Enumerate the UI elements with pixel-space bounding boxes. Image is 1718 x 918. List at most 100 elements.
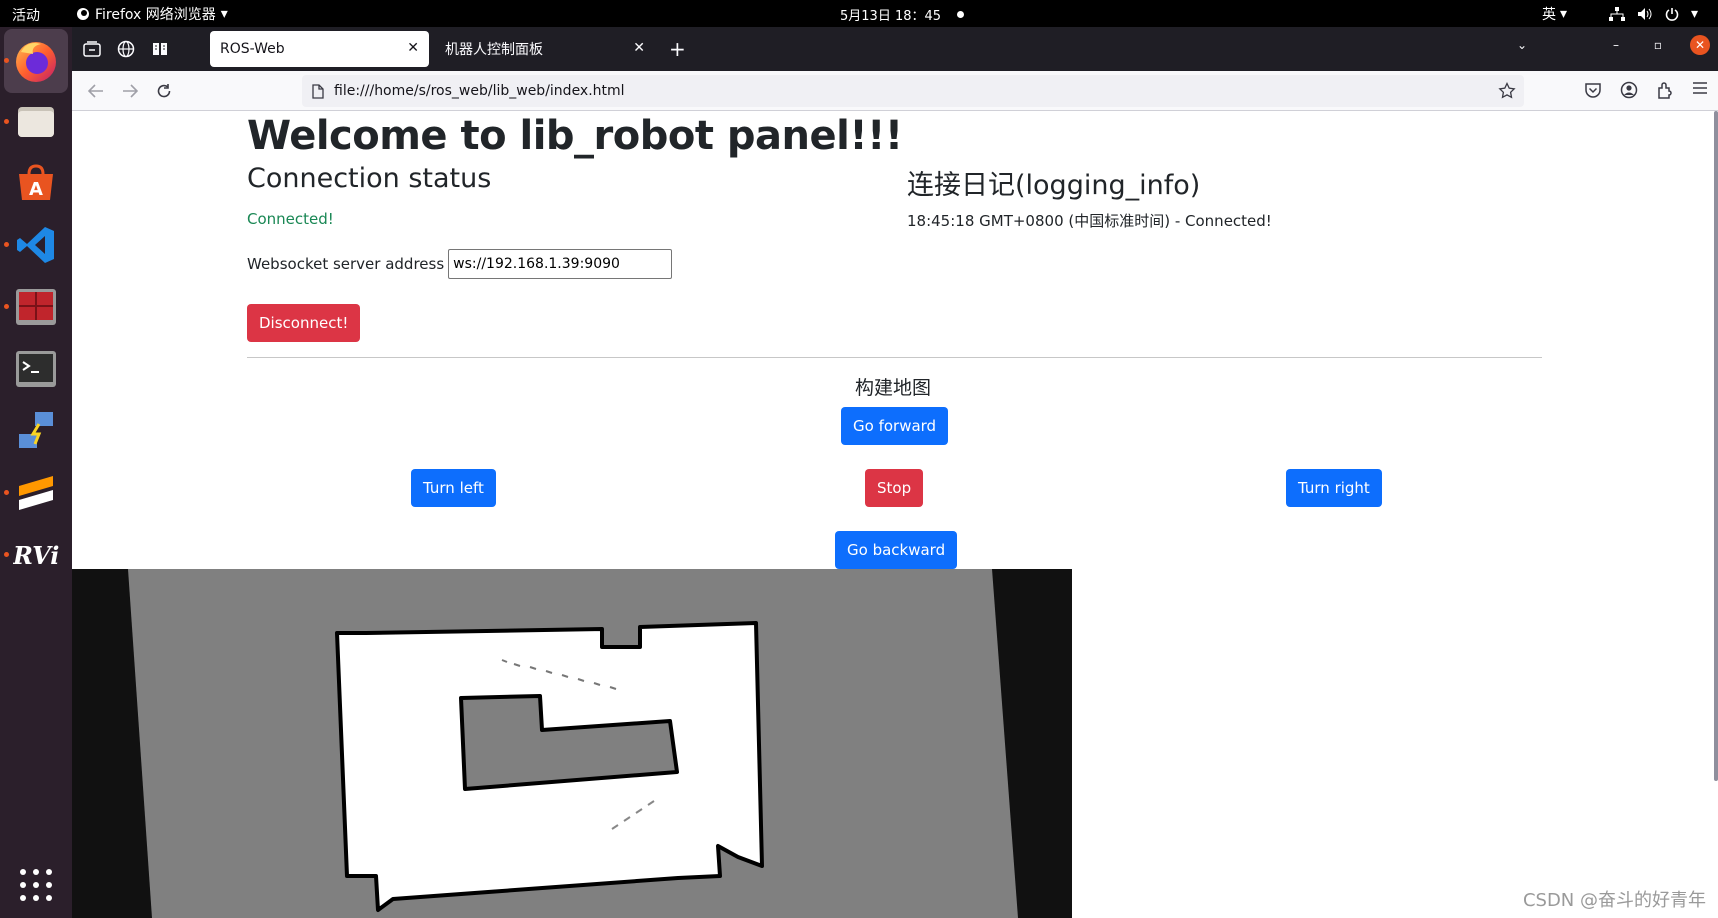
tab-robot-control-panel[interactable]: 机器人控制面板 ✕ xyxy=(435,31,655,67)
tab-ros-web[interactable]: ROS-Web ✕ xyxy=(210,31,429,67)
firefox-icon xyxy=(16,42,56,82)
websocket-address-label: Websocket server address xyxy=(247,255,445,273)
show-applications-button[interactable] xyxy=(20,869,52,901)
firefox-view-button[interactable] xyxy=(82,39,102,59)
chevron-down-icon: ▾ xyxy=(220,6,228,22)
page-scrollbar[interactable] xyxy=(1714,111,1718,781)
map-building-heading: 构建地图 xyxy=(855,377,932,399)
forward-button[interactable] xyxy=(120,81,140,101)
running-indicator xyxy=(4,58,9,63)
network-tool-icon xyxy=(19,412,53,448)
files-icon xyxy=(18,107,54,137)
occupancy-grid-map xyxy=(72,569,1072,918)
chevron-down-icon: ▾ xyxy=(1559,6,1567,22)
toolbar-right xyxy=(1584,81,1708,99)
book-icon xyxy=(153,43,167,55)
stop-button[interactable]: Stop xyxy=(865,469,924,507)
dock-sublime[interactable] xyxy=(12,469,60,517)
running-indicator xyxy=(4,119,9,124)
turn-right-button[interactable]: Turn right xyxy=(1286,469,1382,507)
dock-firefox[interactable] xyxy=(4,29,68,93)
arrow-right-icon xyxy=(123,84,138,98)
dock-network-tool[interactable] xyxy=(12,407,60,455)
tab-label: 机器人控制面板 xyxy=(445,42,543,58)
app-menu[interactable]: Firefox 网络浏览器 ▾ xyxy=(76,4,228,24)
address-bar[interactable]: file:///home/s/ros_web/lib_web/index.htm… xyxy=(302,75,1524,107)
terminal-icon xyxy=(16,351,56,387)
reload-button[interactable] xyxy=(154,81,174,101)
browser-tab-bar: ROS-Web ✕ 机器人控制面板 ✕ + ⌄ – ▫ ✕ xyxy=(72,27,1718,71)
svg-text:A: A xyxy=(29,179,43,200)
back-button[interactable] xyxy=(86,81,106,101)
dock-vscode[interactable] xyxy=(12,221,60,269)
window-controls: ⌄ – ▫ ✕ xyxy=(1512,35,1718,55)
map-canvas[interactable] xyxy=(72,569,1072,918)
clock-text: 5月13日 18：45 xyxy=(840,9,942,24)
page-icon[interactable] xyxy=(312,83,324,99)
hamburger-menu-icon[interactable] xyxy=(1692,81,1708,95)
power-icon[interactable] xyxy=(1665,7,1679,21)
browser-nav-bar: file:///home/s/ros_web/lib_web/index.htm… xyxy=(72,71,1718,111)
app-store-icon: A xyxy=(19,164,53,200)
running-indicator xyxy=(4,242,9,247)
running-indicator xyxy=(4,304,9,309)
network-icon[interactable] xyxy=(1608,7,1625,21)
system-tray: 英 ▾ ▾ xyxy=(1542,4,1698,24)
watermark: CSDN @奋斗的好青年 xyxy=(1522,890,1706,911)
bookmark-star-icon[interactable] xyxy=(1498,82,1516,100)
page-title: Welcome to lib_robot panel!!! xyxy=(247,113,903,159)
globe-icon xyxy=(117,40,135,58)
running-indicator xyxy=(4,552,9,557)
websocket-address-input[interactable] xyxy=(448,249,673,279)
log-entry: 18:45:18 GMT+0800 (中国标准时间) - Connected! xyxy=(907,212,1272,230)
disconnect-button[interactable]: Disconnect! xyxy=(247,304,361,342)
websocket-address-row: Websocket server address xyxy=(247,249,673,279)
arrow-left-icon xyxy=(88,84,103,98)
close-icon[interactable]: ✕ xyxy=(407,40,419,56)
dock-terminal[interactable] xyxy=(12,345,60,393)
pinned-tab-globe[interactable] xyxy=(116,39,136,59)
dock-files[interactable] xyxy=(12,97,60,145)
input-method-label: 英 xyxy=(1541,7,1556,23)
minimize-icon[interactable]: – xyxy=(1606,35,1626,55)
rviz-icon: RViz xyxy=(13,541,59,570)
volume-icon[interactable] xyxy=(1637,7,1653,21)
running-indicator xyxy=(4,490,9,495)
web-page: Welcome to lib_robot panel!!! Connection… xyxy=(72,111,1718,918)
turn-left-button[interactable]: Turn left xyxy=(411,469,496,507)
svg-text:RViz: RViz xyxy=(13,541,59,570)
tab-label: ROS-Web xyxy=(220,41,285,57)
pinned-tab-book[interactable] xyxy=(150,39,170,59)
close-icon[interactable]: ✕ xyxy=(633,40,645,56)
new-tab-plus-icon[interactable]: + xyxy=(669,37,686,61)
notification-dot-icon xyxy=(957,11,965,18)
dock-system-monitor[interactable] xyxy=(12,283,60,331)
url-text: file:///home/s/ros_web/lib_web/index.htm… xyxy=(334,83,625,99)
reload-icon xyxy=(157,84,171,98)
account-icon[interactable] xyxy=(1620,81,1638,99)
list-all-tabs-chevron-icon[interactable]: ⌄ xyxy=(1512,35,1532,55)
input-method-indicator[interactable]: 英 ▾ xyxy=(1542,4,1567,24)
chevron-down-icon[interactable]: ▾ xyxy=(1691,6,1698,22)
logging-info-heading: 连接日记(logging_info) xyxy=(907,170,1201,201)
sublime-icon xyxy=(19,476,53,510)
connection-status-heading: Connection status xyxy=(247,163,492,194)
divider xyxy=(247,357,1542,358)
connection-status-text: Connected! xyxy=(247,210,334,228)
app-menu-label: Firefox 网络浏览器 xyxy=(95,7,216,23)
go-forward-button[interactable]: Go forward xyxy=(841,407,949,445)
dock-rviz[interactable]: RViz xyxy=(12,531,60,579)
maximize-icon[interactable]: ▫ xyxy=(1648,35,1668,55)
system-monitor-icon xyxy=(16,289,56,325)
extensions-icon[interactable] xyxy=(1656,81,1674,99)
vscode-icon xyxy=(17,227,54,263)
activities-button[interactable]: 活动 xyxy=(12,5,40,25)
firefox-view-icon xyxy=(83,41,101,57)
ubuntu-dock: A RViz xyxy=(0,27,72,918)
dock-app-store[interactable]: A xyxy=(12,159,60,207)
window-close-icon[interactable]: ✕ xyxy=(1690,35,1710,55)
system-top-bar: 活动 Firefox 网络浏览器 ▾ 5月13日 18：45 英 ▾ ▾ xyxy=(0,0,1718,27)
pocket-icon[interactable] xyxy=(1584,81,1602,99)
clock[interactable]: 5月13日 18：45 xyxy=(840,5,965,24)
go-backward-button[interactable]: Go backward xyxy=(835,531,958,569)
